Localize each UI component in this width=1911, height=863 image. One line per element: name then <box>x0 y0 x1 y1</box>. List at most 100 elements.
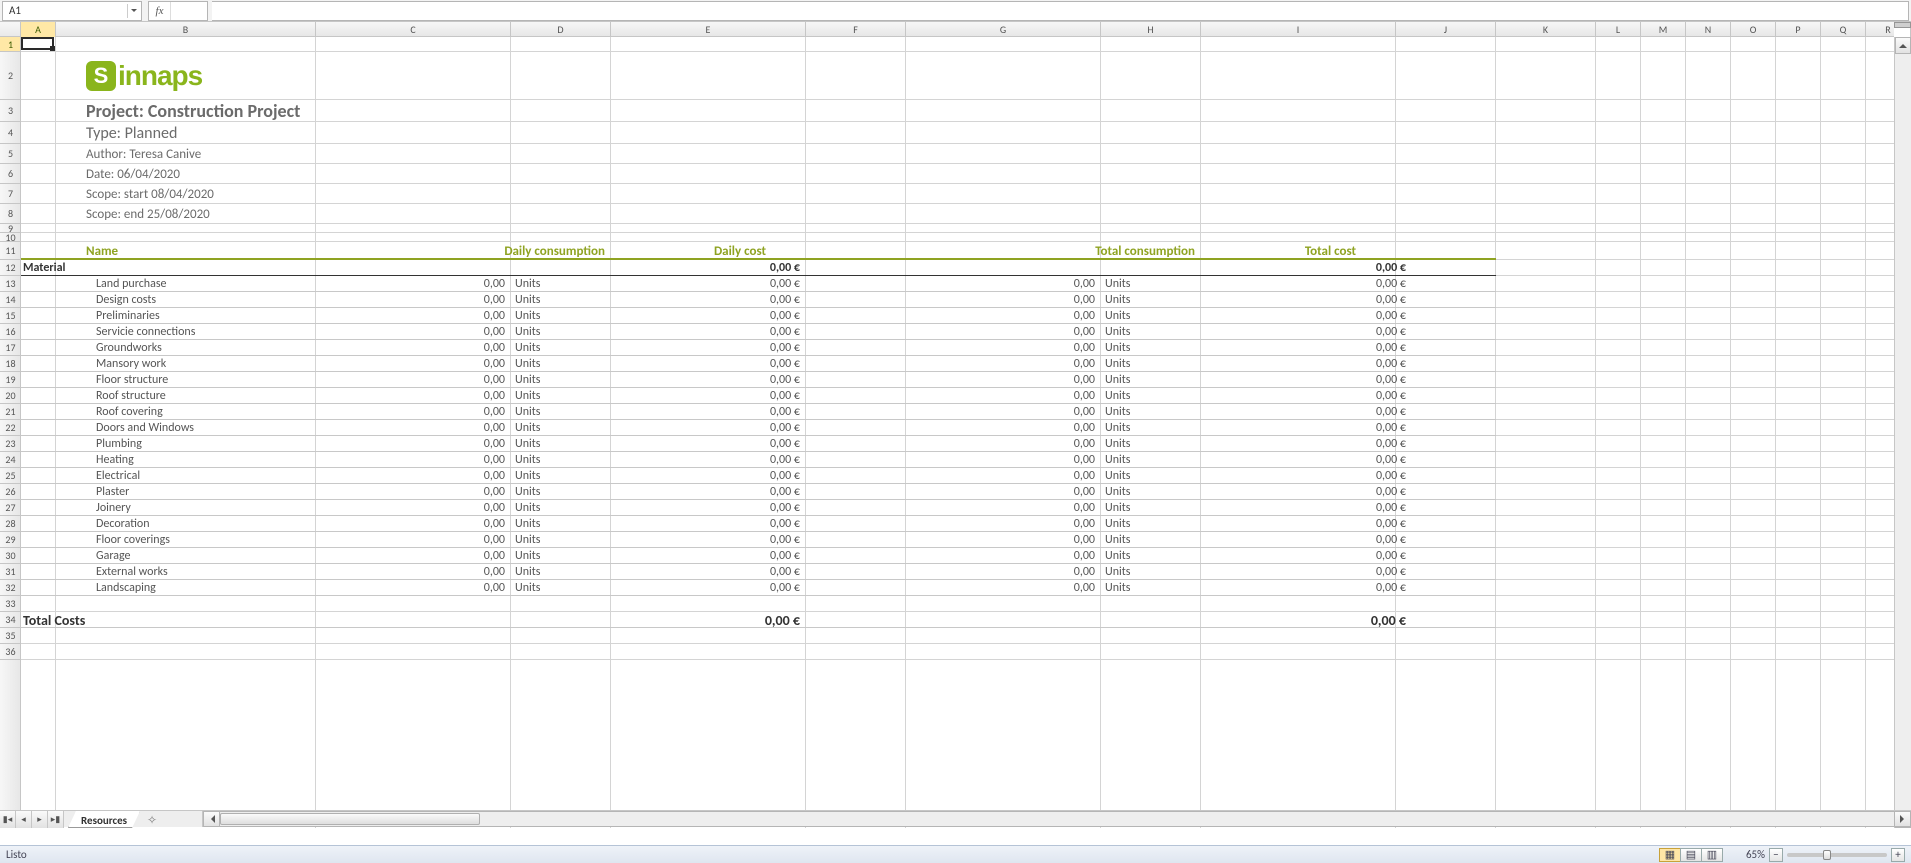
zoom-slider[interactable] <box>1787 853 1887 857</box>
column-headers[interactable]: ABCDEFGHIJKLMNOPQRST <box>21 22 1894 37</box>
row-header-36[interactable]: 36 <box>0 644 21 660</box>
row-header-1[interactable]: 1 <box>0 37 21 52</box>
col-header-D[interactable]: D <box>511 22 611 37</box>
col-header-A[interactable]: A <box>21 22 56 37</box>
row-header-11[interactable]: 11 <box>0 242 21 260</box>
row-header-32[interactable]: 32 <box>0 580 21 596</box>
view-page-layout-icon[interactable]: ▤ <box>1680 848 1702 862</box>
item-total-cons: 0,00 <box>1074 549 1095 563</box>
logo: S innaps <box>86 60 202 92</box>
row-header-7[interactable]: 7 <box>0 184 21 204</box>
row-header-17[interactable]: 17 <box>0 340 21 356</box>
col-header-L[interactable]: L <box>1596 22 1641 37</box>
row-header-34[interactable]: 34 <box>0 612 21 628</box>
row-header-6[interactable]: 6 <box>0 164 21 184</box>
row-header-24[interactable]: 24 <box>0 452 21 468</box>
item-daily-unit: Units <box>515 565 540 579</box>
row-header-29[interactable]: 29 <box>0 532 21 548</box>
view-normal-icon[interactable]: ▦ <box>1659 848 1681 862</box>
item-daily-cost: 0,00 € <box>770 565 800 579</box>
tab-label: Resources <box>81 814 127 827</box>
formula-input[interactable] <box>212 1 1909 21</box>
row-header-18[interactable]: 18 <box>0 356 21 372</box>
horizontal-scrollbar[interactable] <box>202 811 1911 827</box>
row-header-28[interactable]: 28 <box>0 516 21 532</box>
col-header-N[interactable]: N <box>1686 22 1731 37</box>
sheet-body[interactable]: S innaps Project: Construction ProjectTy… <box>21 37 1894 828</box>
zoom-out-button[interactable]: − <box>1769 848 1783 862</box>
item-total-cons: 0,00 <box>1074 517 1095 531</box>
col-header-Q[interactable]: Q <box>1821 22 1866 37</box>
col-header-H[interactable]: H <box>1101 22 1201 37</box>
hscroll-thumb[interactable] <box>220 813 480 825</box>
row-header-31[interactable]: 31 <box>0 564 21 580</box>
row-header-23[interactable]: 23 <box>0 436 21 452</box>
tab-nav-last[interactable]: ▸▮ <box>48 811 64 828</box>
view-buttons: ▦ ▤ ▥ <box>1660 848 1723 862</box>
new-sheet-icon[interactable]: ✧ <box>142 813 162 828</box>
row-header-10[interactable]: 10 <box>0 233 21 242</box>
row-header-21[interactable]: 21 <box>0 404 21 420</box>
tab-nav-prev[interactable]: ◂ <box>16 811 32 828</box>
row-header-3[interactable]: 3 <box>0 100 21 122</box>
row-header-27[interactable]: 27 <box>0 500 21 516</box>
zoom-in-button[interactable]: + <box>1891 848 1905 862</box>
item-daily-cost: 0,00 € <box>770 373 800 387</box>
col-header-F[interactable]: F <box>806 22 906 37</box>
col-header-M[interactable]: M <box>1641 22 1686 37</box>
item-daily-unit: Units <box>515 421 540 435</box>
status-ready: Listo <box>6 848 27 861</box>
item-daily-unit: Units <box>515 373 540 387</box>
row-header-12[interactable]: 12 <box>0 260 21 276</box>
tab-resources[interactable]: Resources <box>68 811 140 828</box>
row-header-30[interactable]: 30 <box>0 548 21 564</box>
row-header-14[interactable]: 14 <box>0 292 21 308</box>
row-header-22[interactable]: 22 <box>0 420 21 436</box>
tab-nav-next[interactable]: ▸ <box>32 811 48 828</box>
item-daily-cost: 0,00 € <box>770 469 800 483</box>
scroll-up-button[interactable] <box>1895 37 1911 54</box>
zoom-thumb[interactable] <box>1823 850 1831 860</box>
col-header-E[interactable]: E <box>611 22 806 37</box>
item-total-unit: Units <box>1105 581 1130 595</box>
item-daily-cost: 0,00 € <box>770 277 800 291</box>
hscroll-track[interactable] <box>220 811 1894 827</box>
col-header-B[interactable]: B <box>56 22 316 37</box>
select-all-corner[interactable] <box>0 22 21 37</box>
item-total-cost: 0,00 € <box>1376 405 1406 419</box>
col-header-I[interactable]: I <box>1201 22 1396 37</box>
item-daily-cons: 0,00 <box>484 357 505 371</box>
scroll-right-button[interactable] <box>1894 811 1911 827</box>
vertical-scrollbar[interactable] <box>1894 37 1911 828</box>
row-header-33[interactable]: 33 <box>0 596 21 612</box>
item-total-unit: Units <box>1105 533 1130 547</box>
name-box-dropdown-icon[interactable] <box>127 4 139 18</box>
row-header-4[interactable]: 4 <box>0 122 21 144</box>
row-header-35[interactable]: 35 <box>0 628 21 644</box>
row-headers[interactable]: 1234567891011121314151617181920212223242… <box>0 37 21 828</box>
tab-nav-first[interactable]: ▮◂ <box>0 811 16 828</box>
item-name: Decoration <box>86 517 150 531</box>
row-header-2[interactable]: 2 <box>0 52 21 100</box>
col-header-P[interactable]: P <box>1776 22 1821 37</box>
col-header-J[interactable]: J <box>1396 22 1496 37</box>
col-header-O[interactable]: O <box>1731 22 1776 37</box>
col-header-C[interactable]: C <box>316 22 511 37</box>
row-header-15[interactable]: 15 <box>0 308 21 324</box>
view-page-break-icon[interactable]: ▥ <box>1701 848 1723 862</box>
row-border <box>21 595 1496 596</box>
row-header-19[interactable]: 19 <box>0 372 21 388</box>
row-header-5[interactable]: 5 <box>0 144 21 164</box>
row-header-25[interactable]: 25 <box>0 468 21 484</box>
name-box[interactable]: A1 <box>2 1 142 21</box>
col-header-K[interactable]: K <box>1496 22 1596 37</box>
col-header-G[interactable]: G <box>906 22 1101 37</box>
row-header-13[interactable]: 13 <box>0 276 21 292</box>
row-header-16[interactable]: 16 <box>0 324 21 340</box>
split-handle[interactable] <box>1894 22 1911 28</box>
scroll-left-button[interactable] <box>203 811 220 827</box>
row-header-20[interactable]: 20 <box>0 388 21 404</box>
row-header-26[interactable]: 26 <box>0 484 21 500</box>
zoom-label[interactable]: 65% <box>1731 848 1765 861</box>
fx-icon[interactable]: fx <box>149 2 171 20</box>
